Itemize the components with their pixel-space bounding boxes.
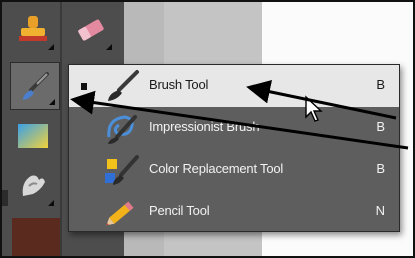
mouse-cursor-icon — [305, 95, 323, 122]
flyout-item-shortcut: B — [376, 77, 385, 92]
flyout-item-shortcut: N — [375, 203, 385, 218]
flyout-item-color-replacement-tool[interactable]: Color Replacement Tool B — [69, 149, 399, 191]
screenshot-frame: Brush Tool B Impressionist Brush B Color… — [0, 0, 415, 258]
flyout-item-shortcut: B — [376, 161, 385, 176]
gradient-icon — [18, 124, 48, 148]
toolbox-divider — [60, 2, 62, 256]
submenu-indicator — [48, 200, 54, 206]
flyout-item-label: Brush Tool — [149, 77, 209, 92]
smudge-tool-button[interactable] — [8, 162, 58, 210]
brush-tool-button[interactable] — [10, 62, 60, 110]
submenu-indicator — [106, 44, 112, 50]
brush-tool-flyout-menu: Brush Tool B Impressionist Brush B Color… — [68, 64, 400, 232]
stamp-tool-button[interactable] — [8, 6, 58, 54]
flyout-item-shortcut: B — [376, 119, 385, 134]
brush-icon — [23, 72, 49, 100]
impressionist-brush-icon — [107, 115, 137, 144]
brush-icon — [108, 70, 139, 101]
smudge-icon — [22, 175, 45, 196]
submenu-indicator — [49, 99, 55, 105]
selected-indicator — [81, 83, 87, 90]
flyout-item-impressionist-brush[interactable]: Impressionist Brush B — [69, 107, 399, 149]
pencil-icon — [106, 201, 134, 226]
flyout-item-label: Pencil Tool — [149, 203, 210, 218]
flyout-item-label: Impressionist Brush — [149, 119, 260, 134]
color-replacement-icon — [105, 155, 139, 185]
flyout-item-brush-tool[interactable]: Brush Tool B — [69, 65, 399, 107]
eraser-icon — [78, 19, 104, 41]
eraser-tool-button[interactable] — [66, 6, 116, 54]
gradient-tool-button[interactable] — [8, 112, 58, 160]
stamp-icon — [19, 16, 47, 41]
flyout-item-label: Color Replacement Tool — [149, 161, 284, 176]
flyout-item-pencil-tool[interactable]: Pencil Tool N — [69, 191, 399, 233]
submenu-indicator — [48, 44, 54, 50]
foreground-color-swatch[interactable] — [12, 218, 60, 256]
